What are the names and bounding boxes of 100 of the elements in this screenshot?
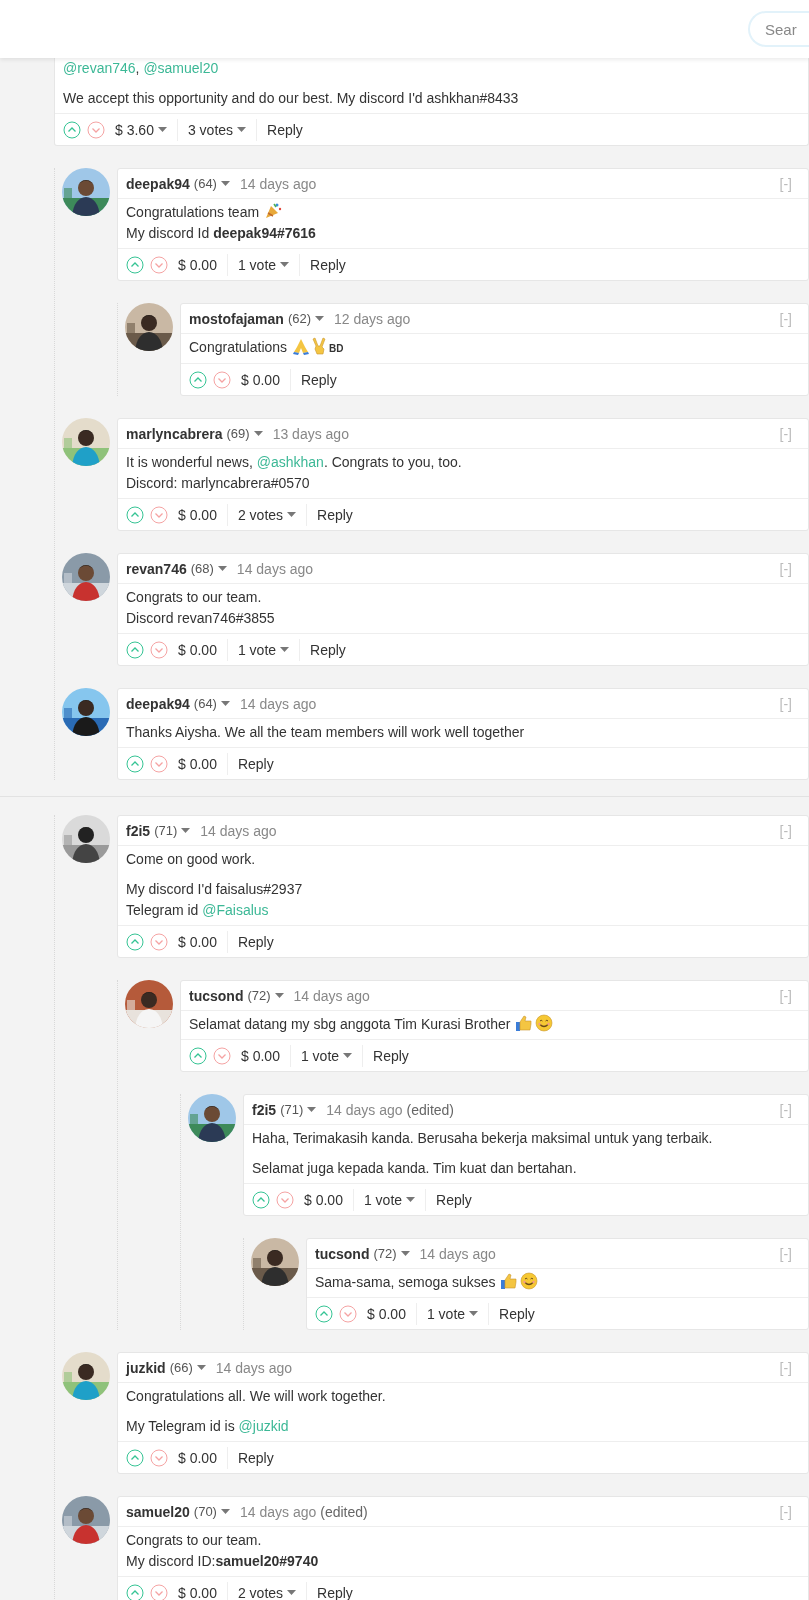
comment-time: 14 days ago [236,560,314,577]
votes-button[interactable]: 1 vote [226,253,300,276]
caret-icon[interactable] [287,1590,297,1595]
party-popper-icon [263,202,282,220]
caret-icon[interactable] [220,701,230,706]
author-link[interactable]: tucsond [315,1245,370,1262]
author-link[interactable]: tucsond [189,987,244,1004]
payout-amount: $ 0.00 [177,755,218,772]
caret-icon[interactable] [274,993,284,998]
author-link[interactable]: deepak94 [126,175,190,192]
upvote-button[interactable] [126,754,144,773]
author-link[interactable]: f2i5 [252,1101,277,1118]
author-link[interactable]: revan746 [126,560,187,577]
caret-icon[interactable] [406,1197,416,1202]
author-link[interactable]: deepak94 [126,695,190,712]
reply-button[interactable]: Reply [306,1581,363,1600]
comment-time: 14 days ago [326,1101,403,1118]
downvote-button[interactable] [150,1448,168,1467]
caret-icon[interactable] [157,127,167,132]
comment-text: My discord Id deepak94#7616 [126,224,317,243]
reply-button[interactable]: Reply [488,1302,545,1325]
reply-button[interactable]: Reply [289,368,347,391]
downvote-button[interactable] [87,120,105,139]
votes-button[interactable]: 1 vote [415,1302,489,1325]
comment-text: Congrats to our team. [126,588,263,607]
caret-icon[interactable] [220,1509,230,1514]
payout-amount: $ 0.00 [303,1191,344,1208]
downvote-button[interactable] [276,1190,294,1209]
downvote-button[interactable] [150,932,168,951]
payout-amount: $ 0.00 [366,1305,407,1322]
downvote-button[interactable] [213,370,231,389]
caret-icon[interactable] [307,1107,317,1112]
upvote-button[interactable] [126,640,144,659]
upvote-button[interactable] [126,1583,144,1600]
upvote-button[interactable] [126,255,144,274]
caret-icon[interactable] [220,181,230,186]
comment-text: My discord I'd faisalus#2937 [126,880,304,899]
upvote-button[interactable] [189,1046,207,1065]
folded-hands-icon [291,337,310,355]
caret-icon[interactable] [196,1365,206,1370]
author-link[interactable]: mostofajaman [189,310,284,327]
reply-button[interactable]: Reply [226,752,284,775]
reply-button[interactable]: Reply [425,1188,482,1211]
downvote-button[interactable] [339,1304,357,1323]
downvote-button[interactable] [150,1583,168,1600]
caret-icon[interactable] [217,566,227,571]
thumbs-up-icon [500,1272,519,1290]
votes-button[interactable]: 3 votes [176,118,257,141]
author-link[interactable]: f2i5 [126,822,151,839]
payout-amount: $ 0.00 [177,933,218,950]
caret-icon[interactable] [280,262,290,267]
caret-icon[interactable] [253,431,263,436]
caret-icon[interactable] [343,1053,353,1058]
caret-icon[interactable] [280,647,290,652]
caret-icon[interactable] [400,1251,410,1256]
search-field[interactable]: Sear [748,11,809,47]
caret-icon[interactable] [287,512,297,517]
caret-icon[interactable] [469,1311,479,1316]
upvote-button[interactable] [126,1448,144,1467]
votes-button[interactable]: 1 vote [352,1188,426,1211]
comment-text: Sama-sama, semoga sukses [315,1272,800,1293]
votes-button[interactable]: 2 votes [226,1581,307,1600]
payout-amount[interactable]: $ 3.60 [111,121,177,138]
reply-button[interactable]: Reply [299,638,356,661]
downvote-button[interactable] [150,505,168,524]
reply-button[interactable]: Reply [306,503,363,526]
upvote-button[interactable] [63,120,81,139]
smiley-icon [535,1014,554,1032]
downvote-button[interactable] [150,255,168,274]
upvote-button[interactable] [315,1304,333,1323]
comment-text: Discord: marlyncabrera#0570 [126,474,311,493]
victory-hand-icon [311,337,328,355]
downvote-button[interactable] [150,640,168,659]
votes-button[interactable]: 2 votes [226,503,307,526]
comment-text: Selamat juga kepada kanda. Tim kuat dan bertahan. [252,1159,578,1178]
author-link[interactable]: samuel20 [126,1503,190,1520]
payout-amount: $ 0.00 [177,1449,218,1466]
upvote-button[interactable] [126,932,144,951]
upvote-button[interactable] [189,370,207,389]
votes-button[interactable]: 1 vote [226,638,300,661]
reply-button[interactable]: Reply [362,1044,419,1067]
author-link[interactable]: marlyncabrera [126,425,223,442]
caret-icon[interactable] [315,316,325,321]
reputation-score: (68) [190,561,214,576]
reply-button[interactable]: Reply [256,118,313,141]
author-link[interactable]: juzkid [126,1359,166,1376]
upvote-button[interactable] [252,1190,270,1209]
comment-time: 14 days ago [419,1245,496,1262]
downvote-button[interactable] [213,1046,231,1065]
caret-icon[interactable] [237,127,247,132]
reply-button[interactable]: Reply [299,253,356,276]
reply-button[interactable]: Reply [226,1446,284,1469]
payout-amount: $ 0.00 [177,1584,218,1600]
caret-icon[interactable] [181,828,191,833]
reply-button[interactable]: Reply [226,930,284,953]
payout-amount: $ 0.00 [240,1047,281,1064]
upvote-button[interactable] [126,505,144,524]
comment-text: We accept this opportunity and do our best. My discord I'd ashkhan#8433 [63,89,520,108]
votes-button[interactable]: 1 vote [289,1044,363,1067]
downvote-button[interactable] [150,754,168,773]
